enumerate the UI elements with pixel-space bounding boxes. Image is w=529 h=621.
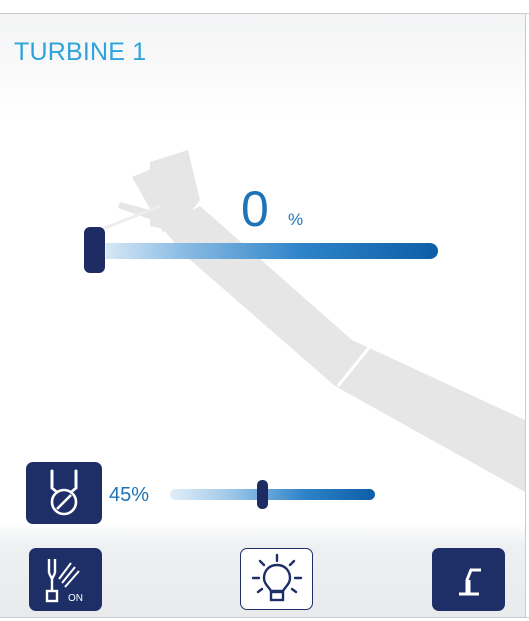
top-divider (0, 13, 529, 14)
light-button[interactable] (240, 548, 313, 610)
speed-slider-thumb[interactable] (83, 227, 105, 273)
fiber-optic-on-icon: ON (45, 558, 83, 604)
fiber-on-label: ON (68, 593, 83, 604)
light-bulb-icon (251, 553, 302, 602)
speed-unit: % (288, 210, 304, 229)
speed-value: 0 (241, 181, 269, 237)
spray-value: 45% (109, 484, 150, 506)
fiber-optic-button[interactable]: ON (29, 548, 102, 611)
bottom-divider (0, 617, 529, 618)
spray-slider-track[interactable] (170, 489, 375, 500)
foot-pedal-button[interactable] (432, 548, 505, 611)
turbine-screen: TURBINE 1 0 % 45% ON (0, 0, 529, 621)
spray-water-icon (50, 469, 78, 516)
header-bar: TURBINE 1 (0, 14, 525, 118)
spray-button[interactable] (26, 462, 102, 524)
spray-slider-thumb[interactable] (256, 480, 268, 509)
page-title: TURBINE 1 (14, 38, 147, 66)
right-divider (525, 13, 526, 618)
foot-pedal-icon (458, 568, 481, 595)
speed-slider-track[interactable] (94, 243, 438, 259)
